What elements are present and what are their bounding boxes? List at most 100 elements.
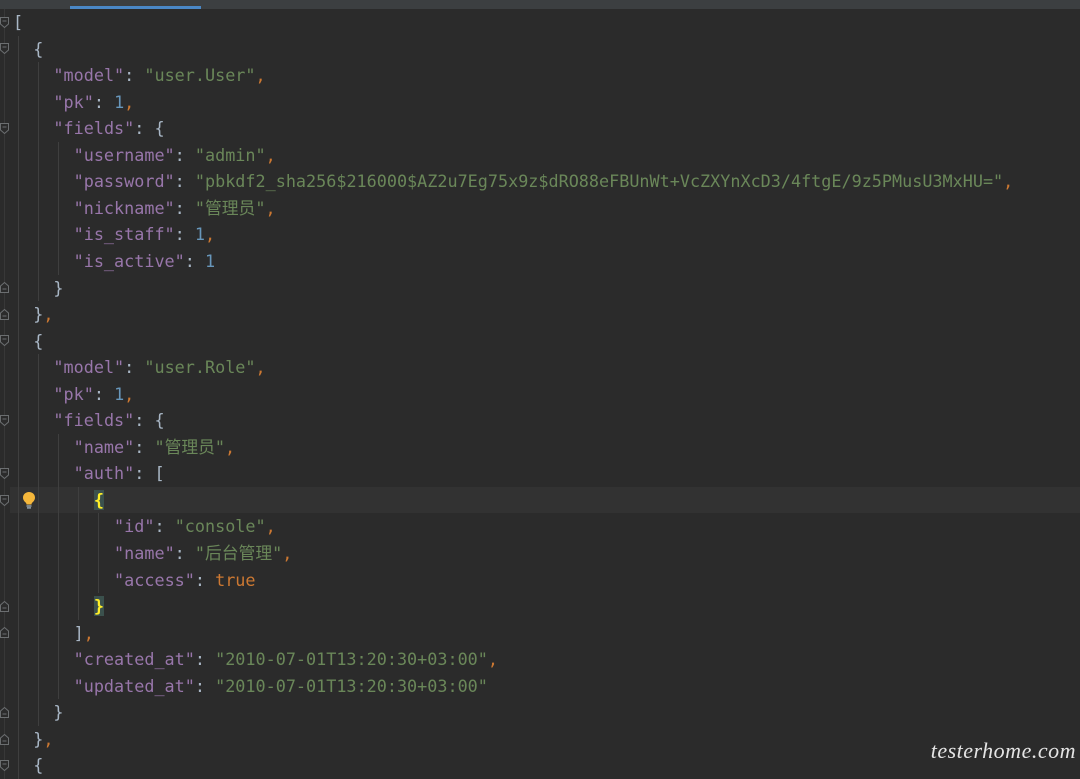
bulb-icon[interactable] <box>22 491 36 509</box>
json-string-value: "管理员" <box>154 436 226 457</box>
code-line[interactable]: "auth": [ <box>10 460 1080 487</box>
json-comma: , <box>265 144 276 165</box>
fold-close-icon[interactable] <box>0 707 9 719</box>
code-line-current[interactable]: { <box>10 486 1080 514</box>
json-punctuation: { <box>33 38 44 59</box>
code-line[interactable]: "pk": 1, <box>10 89 1080 116</box>
json-punctuation: : <box>134 436 155 457</box>
json-number-value: 1 <box>204 250 216 271</box>
fold-close-icon[interactable] <box>0 733 9 745</box>
json-punctuation: { <box>33 755 44 776</box>
code-line[interactable]: } <box>10 275 1080 302</box>
fold-open-icon[interactable] <box>0 760 9 772</box>
json-punctuation: [ <box>13 12 24 32</box>
json-string-value: "2010-07-01T13:20:30+03:00" <box>215 649 488 670</box>
json-boolean-value: true <box>215 569 256 590</box>
json-string-value: "pbkdf2_sha256$216000$AZ2u7Eg75x9z$dRO88… <box>194 171 1004 192</box>
code-line[interactable]: ], <box>10 620 1080 647</box>
json-comma: , <box>255 357 266 378</box>
code-line[interactable]: }, <box>10 301 1080 328</box>
json-punctuation: : <box>174 197 195 218</box>
json-key: "name" <box>114 543 175 563</box>
code-line[interactable]: [ <box>10 9 1080 36</box>
matched-brace: } <box>93 596 104 617</box>
json-number-value: 1 <box>194 224 205 245</box>
json-key: "model" <box>53 65 125 86</box>
indent-guide <box>17 35 19 779</box>
code-line[interactable]: "nickname": "管理员", <box>10 195 1080 222</box>
indent-guide <box>57 433 59 700</box>
fold-open-icon[interactable] <box>0 122 9 134</box>
json-punctuation: } <box>53 702 64 723</box>
code-line[interactable]: "pk": 1, <box>10 381 1080 408</box>
json-punctuation: ] <box>73 622 84 643</box>
code-line[interactable]: "model": "user.Role", <box>10 354 1080 381</box>
fold-open-icon[interactable] <box>0 494 9 506</box>
code-editor[interactable]: [ { "model": "user.User", "pk": 1, "fiel… <box>0 0 1080 779</box>
indent-guide <box>37 62 39 302</box>
json-key: "pk" <box>53 91 94 112</box>
json-punctuation: } <box>33 728 44 749</box>
json-comma: , <box>282 543 293 563</box>
code-line[interactable]: "created_at": "2010-07-01T13:20:30+03:00… <box>10 646 1080 673</box>
json-key: "nickname" <box>73 197 175 218</box>
code-line[interactable]: } <box>10 699 1080 726</box>
json-key: "model" <box>53 357 125 378</box>
json-string-value: "user.Role" <box>144 357 256 378</box>
fold-open-icon[interactable] <box>0 415 9 427</box>
code-line[interactable]: "fields": { <box>10 407 1080 434</box>
json-string-value: "2010-07-01T13:20:30+03:00" <box>215 675 488 696</box>
code-line[interactable]: "username": "admin", <box>10 142 1080 169</box>
code-line[interactable]: "name": "后台管理", <box>10 540 1080 567</box>
json-key: "auth" <box>73 463 135 484</box>
tab-bar <box>0 0 1080 9</box>
json-string-value: "console" <box>174 516 266 537</box>
json-punctuation: } <box>33 304 44 325</box>
code-line[interactable]: "is_staff": 1, <box>10 221 1080 248</box>
fold-open-icon[interactable] <box>0 16 9 28</box>
fold-open-icon[interactable] <box>0 335 9 347</box>
code-line[interactable]: }, <box>10 726 1080 753</box>
fold-open-icon[interactable] <box>0 43 9 55</box>
code-line[interactable]: { <box>10 328 1080 355</box>
code-line[interactable]: "name": "管理员", <box>10 434 1080 461</box>
code-line[interactable]: "is_active": 1 <box>10 248 1080 275</box>
code-line[interactable]: "fields": { <box>10 115 1080 142</box>
json-comma: , <box>265 516 276 537</box>
fold-open-icon[interactable] <box>0 468 9 480</box>
json-key: "is_active" <box>73 250 185 271</box>
code-line[interactable]: "model": "user.User", <box>10 62 1080 89</box>
code-line[interactable]: "access": true <box>10 567 1080 594</box>
json-number-value: 1 <box>114 383 125 404</box>
fold-close-icon[interactable] <box>0 308 9 320</box>
json-comma: , <box>225 436 236 457</box>
json-punctuation: : <box>174 543 195 563</box>
fold-close-icon[interactable] <box>0 600 9 612</box>
fold-close-icon[interactable] <box>0 282 9 294</box>
code-line[interactable]: { <box>10 752 1080 779</box>
code-line[interactable]: "password": "pbkdf2_sha256$216000$AZ2u7E… <box>10 168 1080 195</box>
json-punctuation: : <box>194 649 216 670</box>
json-comma: , <box>265 197 276 218</box>
code-line[interactable]: { <box>10 36 1080 63</box>
ide-window: [ { "model": "user.User", "pk": 1, "fiel… <box>0 0 1080 779</box>
json-comma: , <box>205 224 216 245</box>
json-key: "pk" <box>53 383 94 404</box>
json-string-value: "admin" <box>194 144 266 165</box>
code-line[interactable]: "updated_at": "2010-07-01T13:20:30+03:00… <box>10 673 1080 700</box>
fold-close-icon[interactable] <box>0 627 9 639</box>
code-line[interactable]: "id": "console", <box>10 513 1080 540</box>
code-line[interactable]: } <box>10 593 1080 620</box>
editor-tab-active[interactable] <box>70 0 201 9</box>
